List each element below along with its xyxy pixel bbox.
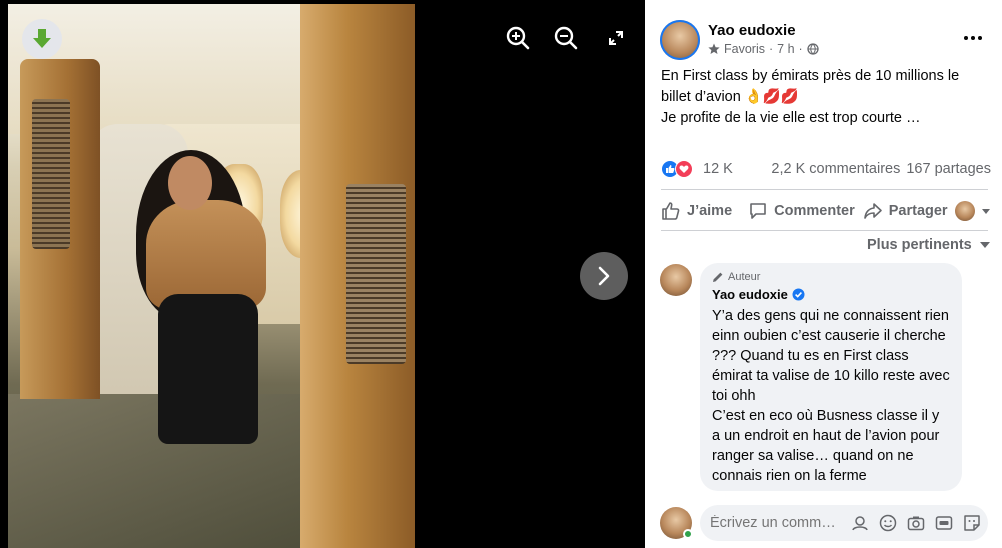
post-meta: Favoris · 7 h · — [708, 42, 819, 56]
viewer-avatar — [955, 201, 975, 221]
fullscreen-icon[interactable] — [602, 24, 630, 52]
share-icon — [863, 203, 882, 219]
post-text-line: En First class by émirats près de 10 mil… — [661, 68, 960, 84]
share-button[interactable]: Partager — [863, 201, 948, 221]
download-button[interactable] — [22, 19, 62, 59]
divider — [661, 230, 988, 231]
next-photo-button[interactable] — [580, 252, 628, 300]
comment-composer[interactable] — [700, 505, 988, 541]
online-status-dot — [683, 529, 693, 539]
comment-icon — [750, 203, 766, 219]
reactions-count[interactable]: 12 K — [703, 161, 733, 177]
post-time[interactable]: 7 h — [777, 42, 794, 56]
caret-down-icon — [979, 242, 990, 248]
post-text-line: Je profite de la vie elle est trop court… — [661, 110, 921, 126]
post-text-line: billet d’avion 👌💋💋 — [661, 89, 799, 105]
post-text: En First class by émirats près de 10 mil… — [661, 66, 991, 129]
favorites-label: Favoris — [724, 42, 765, 56]
sort-label: Plus pertinents — [867, 237, 972, 253]
sticker-icon[interactable] — [962, 513, 982, 533]
shares-count[interactable]: 167 partages — [906, 161, 991, 177]
author-badge: Auteur — [712, 271, 950, 283]
post-author-name[interactable]: Yao eudoxie — [708, 22, 796, 39]
facebook-photo-viewer: Yao eudoxie Favoris · 7 h · En First cla… — [0, 0, 1002, 548]
comment-bubble: Auteur Yao eudoxie Y’a des gens qui ne c… — [700, 263, 962, 491]
emoji-icon[interactable] — [878, 513, 898, 533]
meta-separator: · — [768, 42, 774, 56]
comment-button[interactable]: Commenter — [748, 201, 855, 221]
comment-text: Y’a des gens qui ne connaissent rien ein… — [712, 308, 950, 404]
comment-author-name[interactable]: Yao eudoxie — [712, 287, 788, 302]
like-button[interactable]: J’aime — [661, 201, 732, 221]
chevron-right-icon — [598, 266, 610, 286]
react-as-selector[interactable] — [955, 201, 991, 221]
author-avatar[interactable] — [660, 20, 700, 60]
comments-count[interactable]: 2,2 K commentaires — [771, 161, 900, 177]
caret-down-icon — [982, 209, 990, 214]
globe-icon — [807, 43, 819, 55]
zoom-out-icon[interactable] — [552, 24, 580, 52]
verified-badge-icon — [792, 288, 805, 301]
download-arrow-icon — [33, 29, 51, 48]
pencil-icon — [713, 272, 723, 282]
photo-left-panel — [20, 59, 100, 399]
author-badge-label: Auteur — [728, 271, 761, 283]
thumbs-up-icon — [662, 202, 680, 220]
zoom-in-icon[interactable] — [504, 24, 532, 52]
composer-tools — [850, 513, 982, 533]
photo-viewer — [0, 0, 645, 548]
comment-input[interactable] — [710, 515, 846, 531]
share-label: Partager — [888, 203, 948, 219]
photo-person-face — [168, 156, 212, 210]
like-label: J’aime — [687, 203, 733, 219]
more-options-button[interactable] — [960, 28, 986, 48]
reactions-row: 12 K 2,2 K commentaires 167 partages — [661, 158, 991, 180]
star-icon — [708, 43, 720, 54]
comment-author: Yao eudoxie — [712, 287, 950, 302]
commenter-avatar[interactable] — [660, 264, 692, 296]
post-photo[interactable] — [8, 4, 415, 548]
photo-right-panel — [300, 4, 415, 548]
post-side-panel: Yao eudoxie Favoris · 7 h · En First cla… — [645, 0, 1002, 548]
comment-text: C’est en eco où Busness classe il y a un… — [712, 408, 940, 484]
photo-person-legs — [158, 294, 258, 444]
meta-separator: · — [798, 42, 803, 56]
love-reaction-icon — [675, 160, 693, 178]
avatar-sticker-icon[interactable] — [850, 513, 870, 533]
gif-icon[interactable] — [934, 513, 954, 533]
post-actions: J’aime Commenter Partager — [661, 196, 991, 226]
comment-label: Commenter — [774, 203, 855, 219]
comment-sort-dropdown[interactable]: Plus pertinents — [867, 237, 990, 253]
divider — [661, 189, 988, 190]
camera-icon[interactable] — [906, 513, 926, 533]
